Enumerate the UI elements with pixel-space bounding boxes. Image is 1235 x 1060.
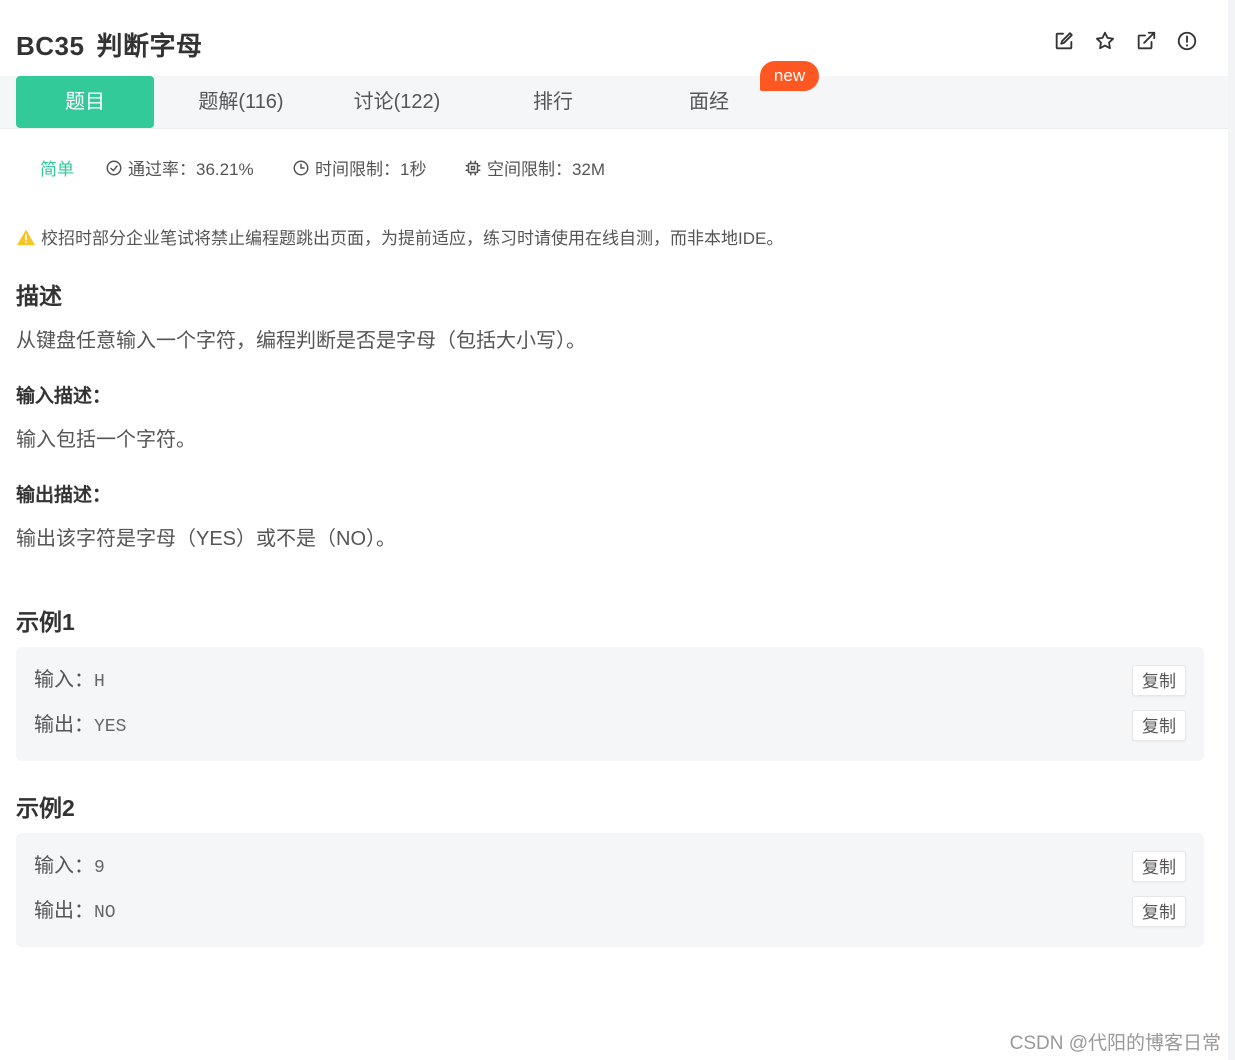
- pass-rate: 通过率：36.21%: [105, 155, 254, 180]
- tab-solutions[interactable]: 题解(116): [172, 76, 310, 128]
- output-label: 输出：: [34, 900, 94, 922]
- example-2-output: NO: [94, 903, 116, 923]
- problem-page: BC35 判断字母 题目 题解(116) 讨论(122) 排行 面经 new 简…: [0, 0, 1228, 1060]
- example-1-input: H: [94, 672, 105, 692]
- report-icon[interactable]: [1176, 30, 1198, 52]
- output-desc-text: 输出该字符是字母（YES）或不是（NO）。: [16, 528, 397, 550]
- pass-rate-text: 通过率：36.21%: [128, 160, 254, 179]
- description-text: 从键盘任意输入一个字符，编程判断是否是字母（包括大小写）。: [16, 330, 586, 352]
- example-2-input: 9: [94, 858, 105, 878]
- example-1-output: YES: [94, 717, 127, 737]
- example-1-input-row: 输入：H: [34, 665, 105, 695]
- output-label: 输出：: [34, 714, 94, 736]
- tab-interview[interactable]: 面经: [640, 76, 778, 128]
- input-desc-text: 输入包括一个字符。: [16, 429, 196, 451]
- example-2-output-row: 输出：NO: [34, 896, 116, 926]
- problem-title: 判断字母: [96, 31, 203, 61]
- difficulty-label: 简单: [40, 160, 74, 179]
- watermark: CSDN @代阳的博客日常: [1009, 1033, 1221, 1054]
- clock-icon: [293, 160, 309, 175]
- header-actions: [1053, 30, 1198, 52]
- problem-tabs: 题目 题解(116) 讨论(122) 排行 面经: [0, 76, 1228, 129]
- tab-discussion[interactable]: 讨论(122): [328, 76, 466, 128]
- input-label: 输入：: [34, 669, 94, 691]
- example-1-box: 输入：H 复制 输出：YES 复制: [16, 647, 1204, 761]
- page-title: BC35 判断字母: [16, 26, 203, 63]
- copy-output-button[interactable]: 复制: [1132, 710, 1186, 741]
- description-heading: 描述: [16, 283, 62, 309]
- new-badge: new: [760, 61, 819, 91]
- input-desc-heading: 输入描述：: [16, 386, 112, 407]
- output-desc-heading: 输出描述：: [16, 485, 112, 506]
- copy-output-button[interactable]: 复制: [1132, 896, 1186, 927]
- share-icon[interactable]: [1135, 30, 1157, 52]
- warning-text: 校招时部分企业笔试将禁止编程题跳出页面，为提前适应，练习时请使用在线自测，而非本…: [41, 229, 784, 248]
- tab-problem[interactable]: 题目: [16, 76, 154, 128]
- scrollbar-track[interactable]: [1228, 0, 1235, 1060]
- example-1-output-row: 输出：YES: [34, 710, 126, 740]
- example-2-box: 输入：9 复制 输出：NO 复制: [16, 833, 1204, 947]
- copy-input-button[interactable]: 复制: [1132, 665, 1186, 696]
- warning-icon: [17, 229, 35, 245]
- edit-icon[interactable]: [1053, 30, 1075, 52]
- example-1-heading: 示例1: [16, 609, 75, 635]
- space-limit-text: 空间限制：32M: [487, 160, 606, 179]
- check-circle-icon: [106, 160, 122, 175]
- input-label: 输入：: [34, 855, 94, 877]
- copy-input-button[interactable]: 复制: [1132, 851, 1186, 882]
- space-limit: 空间限制：32M: [464, 155, 605, 180]
- problem-header: BC35 判断字母: [0, 0, 1228, 76]
- time-limit: 时间限制：1秒: [292, 155, 426, 180]
- chip-icon: [465, 160, 481, 175]
- time-limit-text: 时间限制：1秒: [315, 160, 427, 179]
- example-2-heading: 示例2: [16, 795, 75, 821]
- exam-warning: 校招时部分企业笔试将禁止编程题跳出页面，为提前适应，练习时请使用在线自测，而非本…: [16, 224, 783, 249]
- example-2-input-row: 输入：9: [34, 851, 105, 881]
- problem-id: BC35: [16, 31, 85, 61]
- star-icon[interactable]: [1094, 30, 1116, 52]
- tab-ranking[interactable]: 排行: [484, 76, 622, 128]
